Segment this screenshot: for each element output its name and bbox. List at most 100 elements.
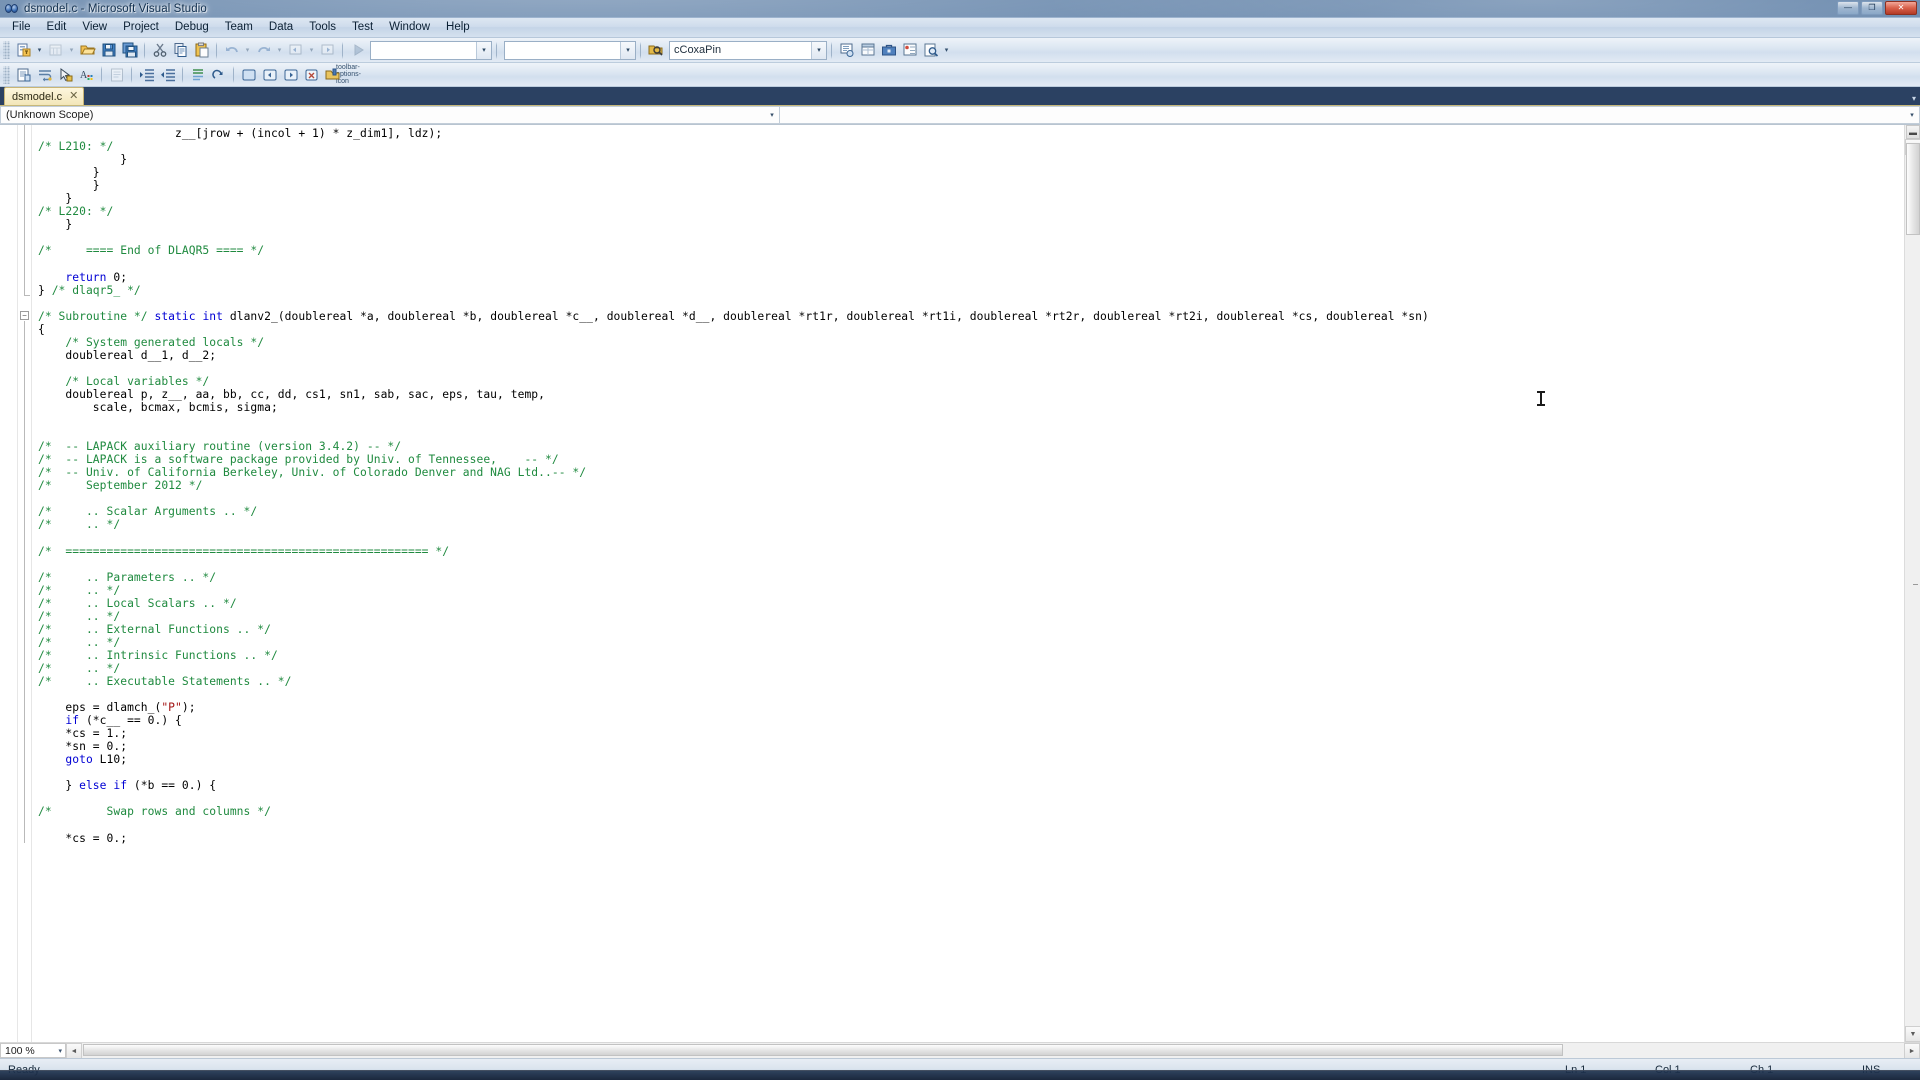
maximize-button[interactable]: ❐ xyxy=(1861,1,1883,15)
navigate-backward-icon[interactable] xyxy=(285,40,306,61)
toolbar-grip[interactable] xyxy=(3,41,10,59)
chevron-down-icon[interactable]: ▾ xyxy=(620,41,635,59)
redo-icon[interactable] xyxy=(253,40,274,61)
find-scope-icon[interactable] xyxy=(645,40,666,61)
add-new-item-dropdown-icon[interactable]: ▾ xyxy=(66,40,77,61)
code-line: } xyxy=(38,153,128,167)
code-text-area[interactable]: z__[jrow + (incol + 1) * z_dim1], ldz); /… xyxy=(32,125,1904,1042)
zoom-level-combo[interactable]: 100 % ▾ xyxy=(0,1043,66,1058)
uncomment-selection-icon[interactable] xyxy=(208,64,229,85)
chevron-down-icon[interactable]: ▾ xyxy=(1905,111,1919,119)
paste-icon[interactable] xyxy=(191,40,212,61)
menu-window[interactable]: Window xyxy=(381,19,438,36)
tab-overflow-chevron-down-icon[interactable]: ▾ xyxy=(1912,94,1916,103)
display-text-file-icon[interactable] xyxy=(13,64,34,85)
redo-dropdown-icon[interactable]: ▾ xyxy=(274,40,285,61)
code-editor[interactable]: − z__[jrow + (incol + 1) * z_dim1], ldz)… xyxy=(0,125,1920,1042)
view-whitespace-icon[interactable] xyxy=(106,64,127,85)
member-combo[interactable]: ▾ xyxy=(780,106,1920,124)
toggle-bookmark-icon[interactable] xyxy=(238,64,259,85)
split-view-handle[interactable]: ▬ xyxy=(1906,125,1920,139)
menu-file[interactable]: File xyxy=(4,19,39,36)
navigate-forward-icon[interactable] xyxy=(317,40,338,61)
code-line: *sn = 0.; xyxy=(38,740,128,754)
chevron-down-icon[interactable]: ▾ xyxy=(765,111,779,119)
vertical-scrollbar[interactable]: ▬ ▲ ▼ xyxy=(1904,125,1920,1042)
indicator-margin[interactable] xyxy=(0,125,18,1042)
solution-platform-combo[interactable]: ▾ xyxy=(504,40,636,60)
tab-dsmodel-c[interactable]: dsmodel.c ✕ xyxy=(4,87,85,105)
code-line: /* .. */ xyxy=(38,518,121,532)
code-line: if (*c__ == 0.) { xyxy=(65,714,182,728)
decrease-indent-icon[interactable] xyxy=(157,64,178,85)
undo-icon[interactable] xyxy=(221,40,242,61)
next-bookmark-icon[interactable] xyxy=(280,64,301,85)
outline-guide-line xyxy=(24,320,25,843)
cut-icon[interactable] xyxy=(149,40,170,61)
menu-edit[interactable]: Edit xyxy=(39,19,75,36)
code-line: doublereal p, z__, aa, bb, cc, dd, cs1, … xyxy=(38,387,545,401)
chevron-down-icon[interactable]: ▾ xyxy=(811,41,826,59)
previous-bookmark-icon[interactable] xyxy=(259,64,280,85)
menu-team[interactable]: Team xyxy=(217,19,261,36)
close-icon[interactable]: ✕ xyxy=(69,91,78,102)
menu-view[interactable]: View xyxy=(74,19,115,36)
comment-selection-icon[interactable] xyxy=(187,64,208,85)
navigate-backward-dropdown-icon[interactable]: ▾ xyxy=(306,40,317,61)
outline-end-tick xyxy=(24,294,30,296)
menu-debug[interactable]: Debug xyxy=(167,19,217,36)
scroll-down-button[interactable]: ▼ xyxy=(1905,1026,1920,1042)
scroll-track-mark xyxy=(1913,583,1918,585)
text-editor-toolbar: A toolbar-options-icon xyxy=(0,63,1920,87)
clear-bookmarks-icon[interactable] xyxy=(301,64,322,85)
solution-configuration-combo[interactable]: ▾ xyxy=(370,40,492,60)
title-bar[interactable]: dsmodel.c - Microsoft Visual Studio — ❐ … xyxy=(0,0,1920,17)
font-color-icon[interactable]: A xyxy=(76,64,97,85)
increase-indent-icon[interactable] xyxy=(136,64,157,85)
undo-dropdown-icon[interactable]: ▾ xyxy=(242,40,253,61)
visual-studio-logo-icon xyxy=(5,2,19,15)
add-new-item-icon[interactable] xyxy=(45,40,66,61)
code-line: /* .. Scalar Arguments .. */ xyxy=(38,505,258,519)
scope-combo[interactable]: (Unknown Scope) ▾ xyxy=(0,106,780,124)
horizontal-scrollbar[interactable]: ◄ ► xyxy=(66,1043,1920,1059)
horizontal-scroll-thumb[interactable] xyxy=(83,1044,1563,1056)
close-button[interactable]: ✕ xyxy=(1885,1,1917,15)
outlining-margin[interactable]: − xyxy=(18,125,32,1042)
properties-window-icon[interactable] xyxy=(857,40,878,61)
bookmark-folder-icon[interactable] xyxy=(322,64,343,85)
menu-tools[interactable]: Tools xyxy=(301,19,344,36)
solution-explorer-icon[interactable] xyxy=(836,40,857,61)
window-title: dsmodel.c - Microsoft Visual Studio xyxy=(24,2,207,15)
select-tool-icon[interactable] xyxy=(55,64,76,85)
toolbar-options-icon[interactable]: toolbar-options-icon xyxy=(336,64,361,85)
code-line: { xyxy=(38,322,45,336)
save-icon[interactable] xyxy=(98,40,119,61)
copy-icon[interactable] xyxy=(170,40,191,61)
menu-test[interactable]: Test xyxy=(344,19,381,36)
error-list-icon[interactable] xyxy=(899,40,920,61)
toolbar-grip[interactable] xyxy=(3,65,10,84)
save-all-icon[interactable] xyxy=(119,40,140,61)
chevron-down-icon[interactable]: ▾ xyxy=(476,41,491,59)
find-in-files-icon[interactable] xyxy=(920,40,941,61)
scroll-right-button[interactable]: ► xyxy=(1904,1043,1920,1059)
scroll-left-button[interactable]: ◄ xyxy=(66,1043,82,1059)
collapse-region-icon[interactable]: − xyxy=(20,311,29,321)
minimize-button[interactable]: — xyxy=(1837,1,1859,15)
new-project-dropdown-icon[interactable]: ▾ xyxy=(34,40,45,61)
toolbox-icon[interactable] xyxy=(878,40,899,61)
chevron-down-icon[interactable]: ▾ xyxy=(58,1047,62,1055)
start-debug-icon[interactable] xyxy=(347,40,368,61)
code-line: /* -- Univ. of California Berkeley, Univ… xyxy=(38,466,587,480)
find-scope-combo[interactable]: cCoxaPin ▾ xyxy=(669,40,827,60)
new-project-icon[interactable] xyxy=(13,40,34,61)
menu-project[interactable]: Project xyxy=(115,19,167,36)
toggle-word-wrap-icon[interactable] xyxy=(34,64,55,85)
toolbar-options-icon[interactable]: ▾ xyxy=(941,40,952,61)
vertical-scroll-thumb[interactable] xyxy=(1906,143,1920,235)
open-file-icon[interactable] xyxy=(77,40,98,61)
menu-data[interactable]: Data xyxy=(261,19,301,36)
menu-help[interactable]: Help xyxy=(438,19,478,36)
